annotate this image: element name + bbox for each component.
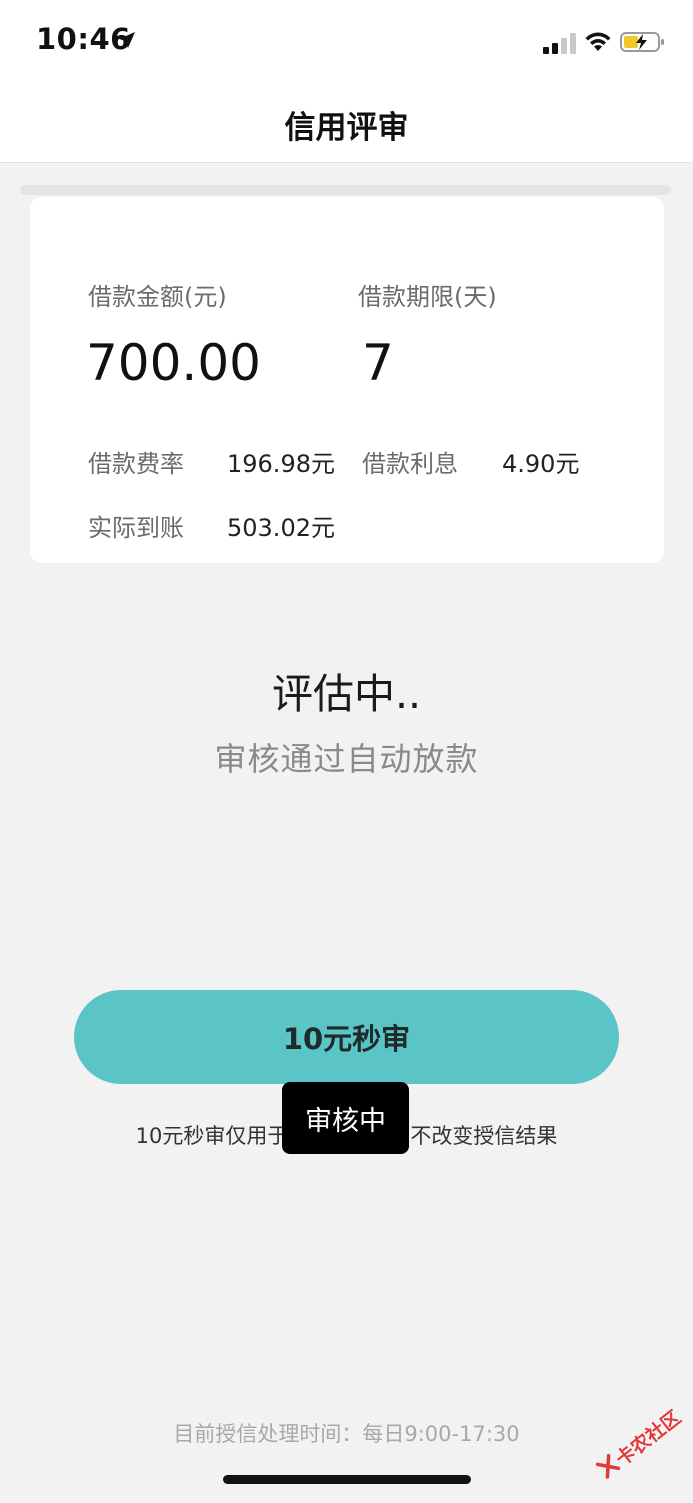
progress-bar bbox=[20, 185, 671, 195]
loan-term-value: 7 bbox=[362, 334, 394, 392]
quick-review-button[interactable]: 10元秒审 bbox=[74, 990, 619, 1084]
battery-charging-icon bbox=[620, 32, 664, 52]
status-bar: 10:46 bbox=[0, 0, 693, 80]
loan-amount-label: 借款金额(元) bbox=[88, 283, 227, 311]
loan-amount-value: 700.00 bbox=[86, 334, 261, 392]
loan-interest-label: 借款利息 bbox=[362, 450, 458, 478]
actual-received-value: 503.02元 bbox=[227, 514, 335, 542]
watermark: 卡农社区 bbox=[577, 1387, 693, 1503]
note-right: 不改变授信结果 bbox=[410, 1124, 558, 1148]
loan-summary-card: 借款金额(元) 700.00 借款期限(天) 7 借款费率 196.98元 借款… bbox=[30, 197, 664, 563]
status-time: 10:46 bbox=[36, 22, 131, 56]
cellular-signal-icon bbox=[543, 33, 576, 54]
toast-message: 审核中 bbox=[282, 1082, 409, 1154]
nav-bar: 信用评审 bbox=[0, 80, 693, 163]
note-left: 10元秒审仅用于 bbox=[135, 1124, 289, 1148]
wifi-icon bbox=[585, 32, 611, 51]
review-status-subtitle: 审核通过自动放款 bbox=[214, 740, 479, 778]
review-status-title: 评估中.. bbox=[271, 670, 422, 718]
loan-interest-value: 4.90元 bbox=[502, 450, 580, 478]
home-indicator[interactable] bbox=[223, 1475, 471, 1484]
actual-received-label: 实际到账 bbox=[88, 514, 184, 542]
location-arrow-icon bbox=[119, 32, 135, 48]
loan-fee-label: 借款费率 bbox=[88, 450, 184, 478]
watermark-text: 卡农社区 bbox=[611, 1406, 686, 1471]
page-title: 信用评审 bbox=[284, 110, 409, 146]
loan-term-label: 借款期限(天) bbox=[358, 283, 497, 311]
loan-fee-value: 196.98元 bbox=[227, 450, 335, 478]
